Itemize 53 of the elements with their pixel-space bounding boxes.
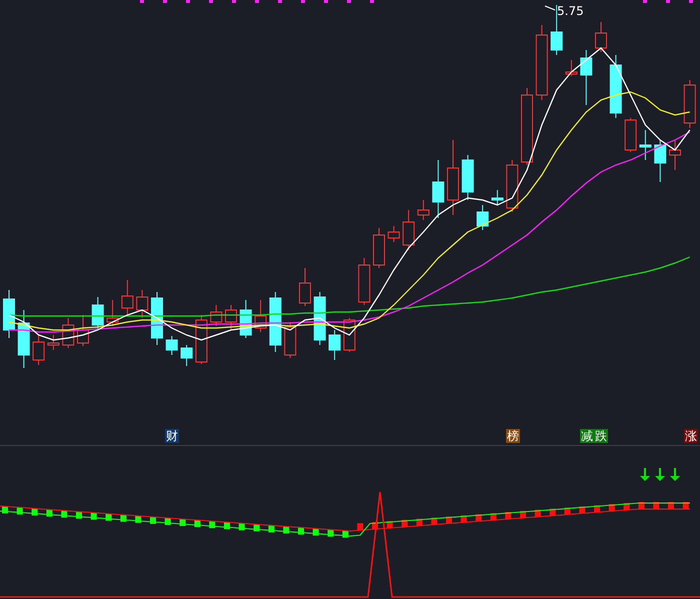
- down-arrow-icon: [670, 468, 680, 481]
- candlestick: [624, 118, 637, 152]
- candlestick: [462, 154, 474, 200]
- candlestick: [225, 304, 237, 330]
- candlestick: [47, 334, 60, 350]
- candlestick: [210, 304, 222, 326]
- candlestick: [491, 190, 504, 206]
- candlestick: [254, 300, 267, 332]
- candlestick: [195, 314, 208, 364]
- candlestick: [580, 50, 592, 106]
- candlestick: [328, 330, 341, 360]
- candlestick: [373, 228, 385, 268]
- event-tag: 跌: [594, 429, 608, 443]
- candlestick: [92, 296, 104, 330]
- candlestick: [299, 268, 311, 306]
- candlestick: [388, 226, 400, 242]
- candlestick: [432, 160, 444, 218]
- candlestick: [684, 80, 696, 128]
- down-arrow-icon: [655, 468, 665, 481]
- candlestick: [610, 54, 622, 118]
- indicator-bar: [357, 523, 364, 530]
- candlestick: [476, 204, 489, 230]
- candlestick: [314, 292, 326, 346]
- leader-line: [544, 6, 556, 10]
- candlestick: [639, 130, 652, 160]
- candlestick: [180, 344, 193, 366]
- candlestick: [565, 60, 578, 76]
- candlestick: [358, 258, 370, 306]
- candlestick: [77, 314, 89, 346]
- candlestick: [417, 200, 430, 220]
- candlestick: [3, 290, 15, 338]
- candlestick: [669, 140, 681, 170]
- high-price-label: 5.75: [557, 3, 584, 20]
- candlestick: [595, 22, 607, 52]
- candlestick: [18, 310, 30, 368]
- event-tag: 涨: [684, 429, 698, 443]
- event-tag: 榜: [506, 429, 520, 443]
- candlestick: [151, 292, 163, 346]
- candlestick: [284, 322, 296, 358]
- event-tag: 财: [165, 429, 179, 443]
- down-arrow-icon: [640, 468, 650, 481]
- candlestick: [121, 280, 134, 316]
- candlestick: [506, 160, 518, 212]
- candlestick: [269, 292, 282, 352]
- candlestick: [402, 210, 415, 250]
- candlestick: [62, 318, 74, 348]
- candlestick: [240, 300, 252, 338]
- candlestick: [166, 336, 178, 356]
- candlestick: [32, 334, 45, 366]
- candlestick: [136, 290, 148, 318]
- candlestick: [654, 140, 666, 182]
- candlestick: [106, 300, 119, 326]
- event-tag: 减: [580, 429, 594, 443]
